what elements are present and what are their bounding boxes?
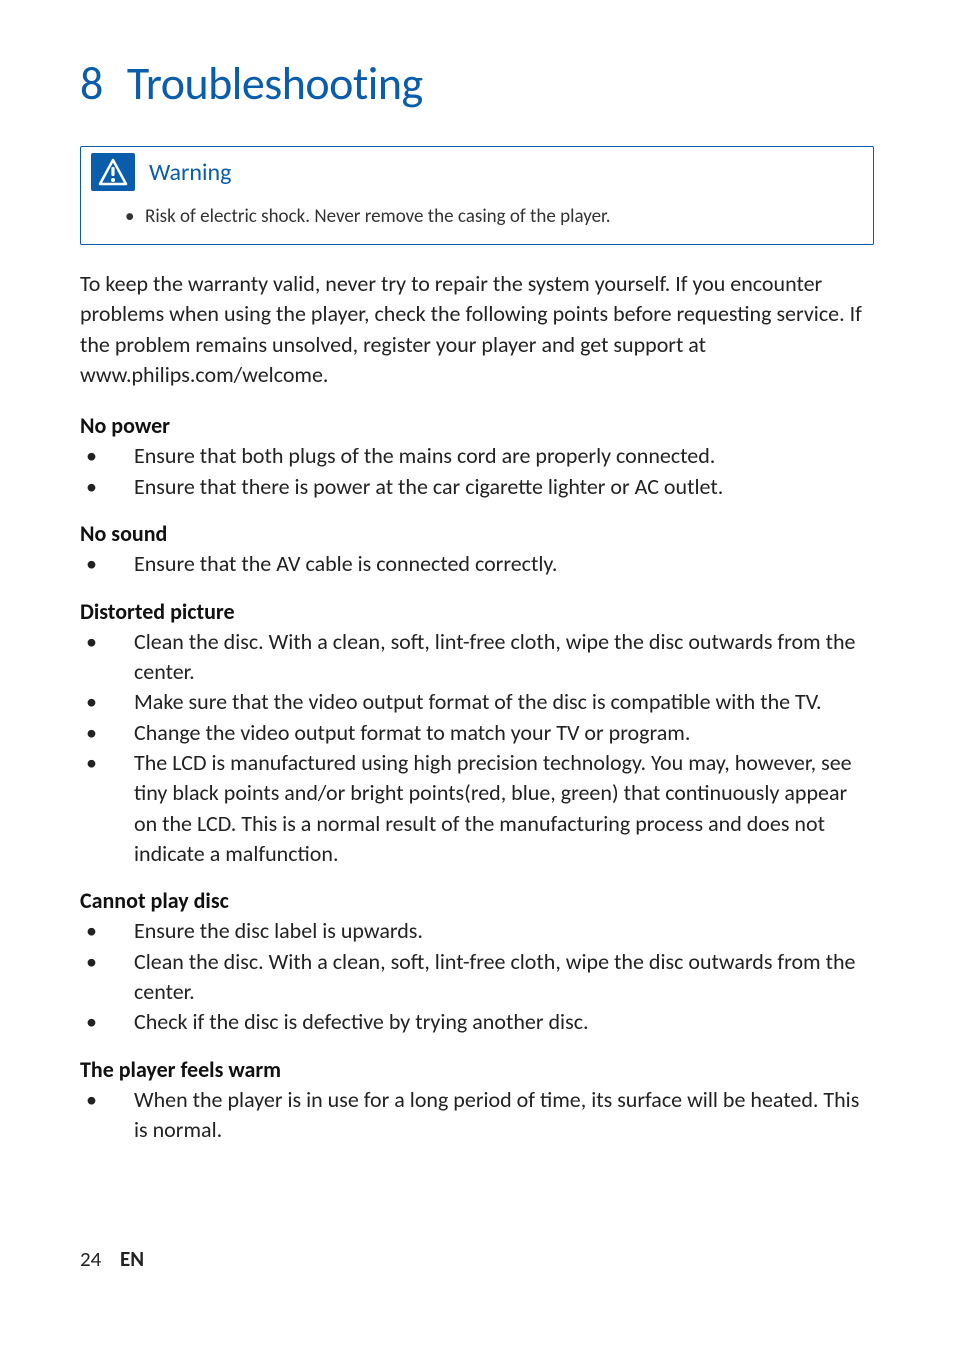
list-item-text: When the player is in use for a long per… <box>134 1085 874 1146</box>
page-content: 8 Troubleshooting Warning • Risk of elect… <box>0 0 954 1146</box>
chapter-number: 8 <box>80 56 103 112</box>
bullet-dot: • <box>80 687 134 717</box>
warning-box: Warning • Risk of electric shock. Never … <box>80 146 874 245</box>
troubleshoot-section: No sound•Ensure that the AV cable is con… <box>80 520 874 579</box>
bullet-dot: • <box>80 549 134 579</box>
sections-container: No power•Ensure that both plugs of the m… <box>80 412 874 1145</box>
list-item: •Ensure that there is power at the car c… <box>80 472 874 502</box>
section-list: •Ensure that the AV cable is connected c… <box>80 549 874 579</box>
chapter-heading: 8 Troubleshooting <box>80 56 874 112</box>
list-item: •Clean the disc. With a clean, soft, lin… <box>80 947 874 1008</box>
warning-text: Risk of electric shock. Never remove the… <box>145 205 611 228</box>
troubleshoot-section: No power•Ensure that both plugs of the m… <box>80 412 874 502</box>
section-heading: Cannot play disc <box>80 887 874 914</box>
list-item-text: Ensure that the AV cable is connected co… <box>134 549 874 579</box>
list-item-text: Ensure the disc label is upwards. <box>134 916 874 946</box>
bullet-dot: • <box>80 1007 134 1037</box>
list-item-text: Ensure that there is power at the car ci… <box>134 472 874 502</box>
warning-header: Warning <box>81 147 873 197</box>
list-item: •Ensure that both plugs of the mains cor… <box>80 441 874 471</box>
list-item: •The LCD is manufactured using high prec… <box>80 748 874 869</box>
warning-label: Warning <box>149 158 231 187</box>
warning-body: • Risk of electric shock. Never remove t… <box>81 197 873 244</box>
section-heading: No sound <box>80 520 874 547</box>
section-list: •When the player is in use for a long pe… <box>80 1085 874 1146</box>
list-item-text: Make sure that the video output format o… <box>134 687 874 717</box>
list-item: •Clean the disc. With a clean, soft, lin… <box>80 627 874 688</box>
page-number: 24 <box>80 1246 101 1272</box>
bullet-dot: • <box>80 472 134 502</box>
page-footer: 24 EN <box>80 1246 144 1272</box>
list-item: •Check if the disc is defective by tryin… <box>80 1007 874 1037</box>
bullet-dot: • <box>125 205 145 228</box>
warning-item: • Risk of electric shock. Never remove t… <box>125 205 853 228</box>
list-item-text: Check if the disc is defective by trying… <box>134 1007 874 1037</box>
bullet-dot: • <box>80 627 134 688</box>
warning-icon <box>91 153 135 191</box>
section-heading: Distorted picture <box>80 598 874 625</box>
bullet-dot: • <box>80 441 134 471</box>
list-item-text: Clean the disc. With a clean, soft, lint… <box>134 627 874 688</box>
intro-paragraph: To keep the warranty valid, never try to… <box>80 269 874 390</box>
bullet-dot: • <box>80 947 134 1008</box>
list-item: •Make sure that the video output format … <box>80 687 874 717</box>
language-code: EN <box>120 1246 144 1272</box>
list-item-text: Ensure that both plugs of the mains cord… <box>134 441 874 471</box>
bullet-dot: • <box>80 718 134 748</box>
list-item: •Change the video output format to match… <box>80 718 874 748</box>
troubleshoot-section: Cannot play disc•Ensure the disc label i… <box>80 887 874 1037</box>
chapter-title: Troubleshooting <box>127 56 423 112</box>
bullet-dot: • <box>80 916 134 946</box>
troubleshoot-section: The player feels warm•When the player is… <box>80 1056 874 1146</box>
list-item-text: The LCD is manufactured using high preci… <box>134 748 874 869</box>
section-heading: No power <box>80 412 874 439</box>
section-heading: The player feels warm <box>80 1056 874 1083</box>
list-item-text: Change the video output format to match … <box>134 718 874 748</box>
bullet-dot: • <box>80 748 134 869</box>
bullet-dot: • <box>80 1085 134 1146</box>
section-list: •Ensure that both plugs of the mains cor… <box>80 441 874 502</box>
troubleshoot-section: Distorted picture•Clean the disc. With a… <box>80 598 874 870</box>
list-item: •When the player is in use for a long pe… <box>80 1085 874 1146</box>
section-list: •Clean the disc. With a clean, soft, lin… <box>80 627 874 870</box>
section-list: •Ensure the disc label is upwards.•Clean… <box>80 916 874 1037</box>
list-item-text: Clean the disc. With a clean, soft, lint… <box>134 947 874 1008</box>
list-item: •Ensure that the AV cable is connected c… <box>80 549 874 579</box>
list-item: •Ensure the disc label is upwards. <box>80 916 874 946</box>
